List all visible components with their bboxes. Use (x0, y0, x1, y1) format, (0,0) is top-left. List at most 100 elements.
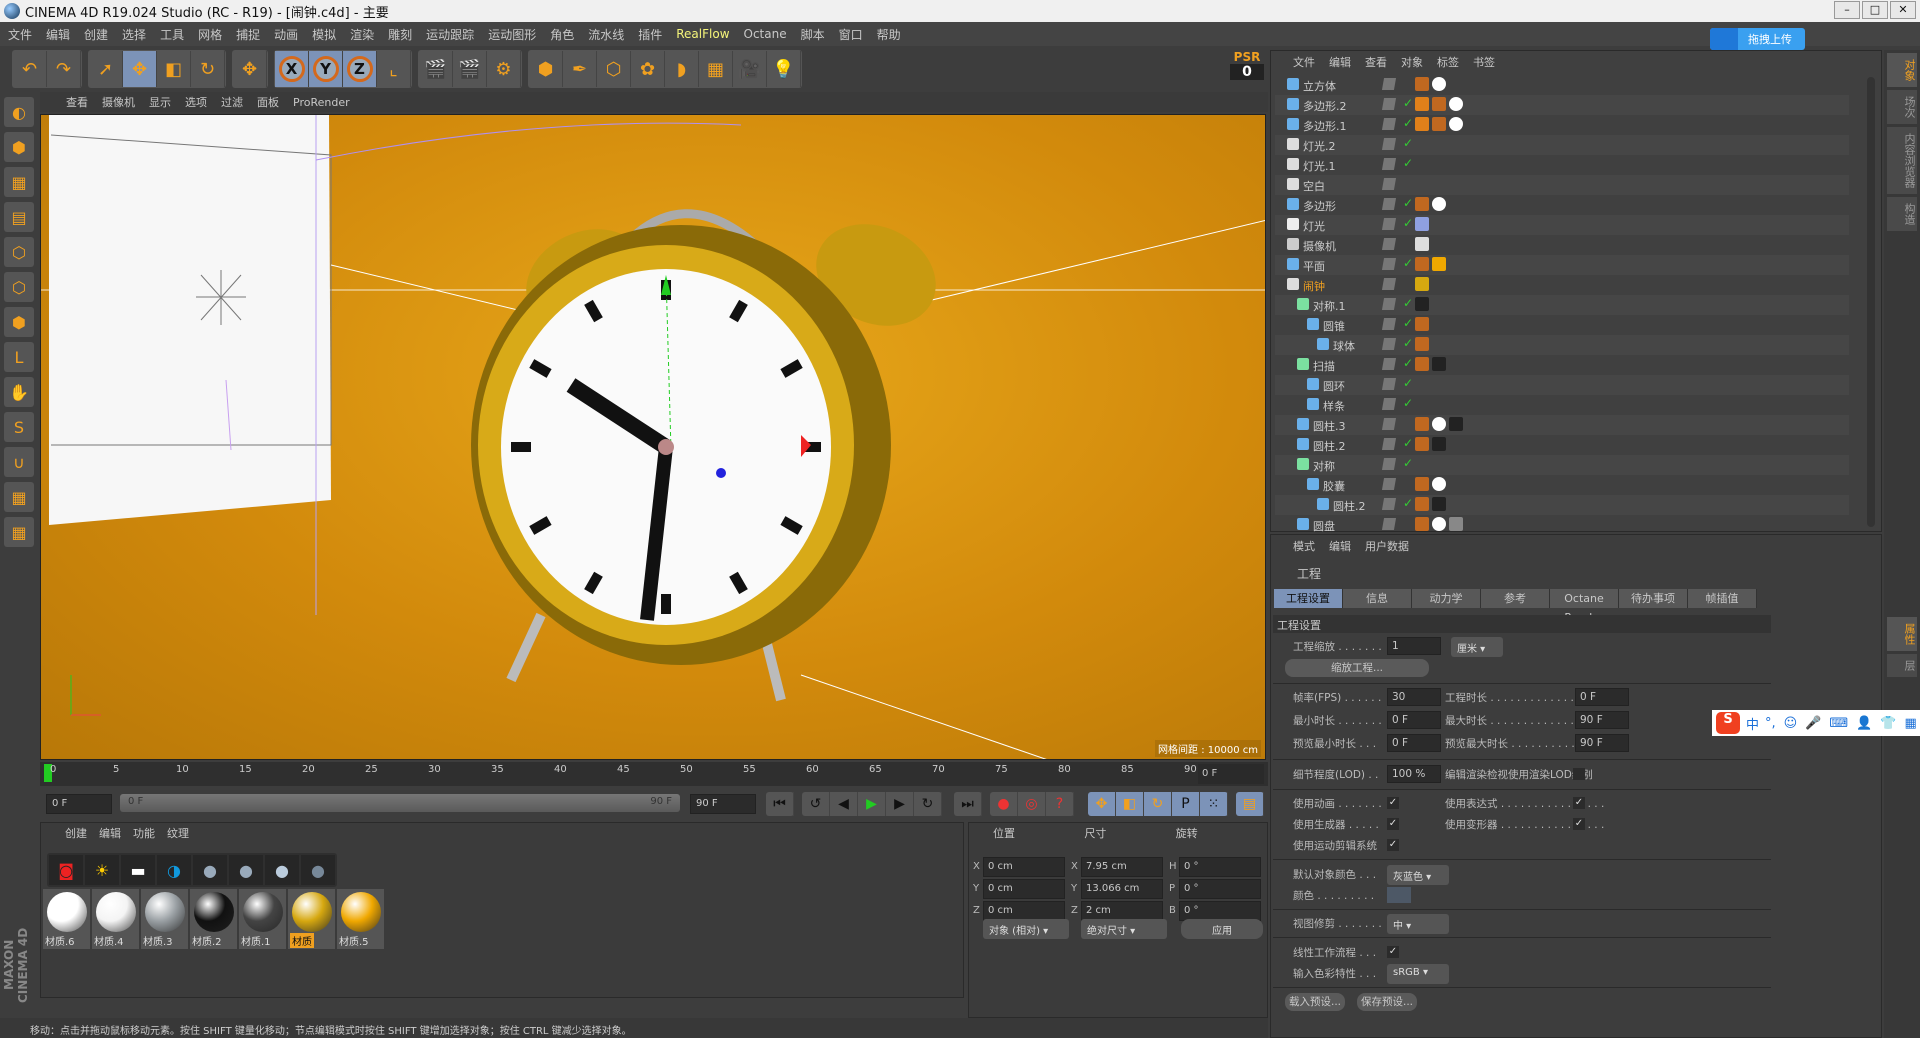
coord-mode-dropdown[interactable]: 对象 (相对) ▾ (983, 919, 1069, 939)
tab-1[interactable]: 信息 (1343, 589, 1412, 608)
material-swatch[interactable]: 材质.3 (141, 889, 188, 949)
x-axis-icon[interactable]: X (275, 51, 309, 87)
go-to-end-icon[interactable]: ⏭ (954, 792, 982, 816)
viewport-menu-5[interactable]: 面板 (257, 94, 279, 110)
tag-icon[interactable] (1415, 77, 1429, 91)
object-row[interactable]: 灯光.1 ✓ (1275, 155, 1849, 175)
move-icon[interactable]: ✥ (123, 51, 157, 87)
magnet-icon[interactable]: ∪ (4, 447, 34, 477)
area-light-icon[interactable]: ▬ (121, 855, 155, 885)
diffuse-material-icon[interactable]: ● (193, 855, 227, 885)
fps-field[interactable]: 30 (1387, 688, 1441, 706)
object-row[interactable]: 摄像机 (1275, 235, 1849, 255)
tab-5[interactable]: 待办事项 (1619, 589, 1688, 608)
octane-material-icon[interactable]: ◑ (157, 855, 191, 885)
menu-17[interactable]: Octane (744, 27, 787, 41)
cloner-icon[interactable]: ✿ (631, 51, 665, 87)
enabled-check-icon[interactable]: ✓ (1403, 256, 1413, 270)
upload-button[interactable]: 拖拽上传 (1710, 28, 1805, 50)
menu-20[interactable]: 帮助 (877, 26, 901, 43)
use-generators-checkbox[interactable]: ✓ (1387, 818, 1399, 830)
material-swatch[interactable]: 材质.4 (92, 889, 139, 949)
object-row[interactable]: 多边形.2 ✓ (1275, 95, 1849, 115)
enabled-check-icon[interactable]: ✓ (1403, 136, 1413, 150)
enabled-check-icon[interactable]: ✓ (1403, 116, 1413, 130)
ime-item-icon[interactable]: °, (1765, 716, 1776, 731)
object-menu-1[interactable]: 编辑 (1329, 54, 1351, 70)
material-menu-0[interactable]: 创建 (65, 825, 87, 841)
linear-workflow-checkbox[interactable]: ✓ (1387, 946, 1399, 958)
tag-icon[interactable] (1432, 437, 1446, 451)
side-tab-0[interactable]: 对象 (1887, 53, 1917, 87)
auto-key-icon[interactable]: ◎ (1018, 792, 1046, 816)
minimize-button[interactable]: – (1834, 1, 1860, 19)
enabled-check-icon[interactable]: ✓ (1403, 216, 1413, 230)
tag-icon[interactable] (1432, 197, 1446, 211)
polygons-mode-icon[interactable]: ⬢ (4, 307, 34, 337)
key-scale-icon[interactable]: ◧ (1116, 792, 1144, 816)
input-color-dropdown[interactable]: sRGB ▾ (1387, 964, 1449, 984)
material-swatch[interactable]: 材质.6 (43, 889, 90, 949)
go-to-start-icon[interactable]: ⏮ (766, 792, 794, 816)
tab-3[interactable]: 参考 (1481, 589, 1550, 608)
menu-10[interactable]: 雕刻 (388, 26, 412, 43)
tag-icon[interactable] (1449, 517, 1463, 531)
tag-icon[interactable] (1415, 437, 1429, 451)
workplane-icon[interactable]: ▤ (4, 202, 34, 232)
max-time-field[interactable]: 90 F (1575, 711, 1629, 729)
mix-material-icon[interactable]: ● (301, 855, 335, 885)
visibility-toggle[interactable] (1381, 478, 1397, 490)
enabled-check-icon[interactable]: ✓ (1403, 316, 1413, 330)
points-mode-icon[interactable]: ⬡ (4, 237, 34, 267)
object-row[interactable]: 圆柱.2 ✓ (1275, 435, 1849, 455)
make-editable-icon[interactable]: ◐ (4, 97, 34, 127)
texture-mode-icon[interactable]: ▦ (4, 167, 34, 197)
viewport-menu-0[interactable]: 查看 (66, 94, 88, 110)
view-clipping-dropdown[interactable]: 中 ▾ (1387, 914, 1449, 934)
object-row[interactable]: 胶囊 (1275, 475, 1849, 495)
tag-icon[interactable] (1415, 117, 1429, 131)
tag-icon[interactable] (1432, 257, 1446, 271)
object-row[interactable]: 空白 (1275, 175, 1849, 195)
object-row[interactable]: 闹钟 (1275, 275, 1849, 295)
tag-icon[interactable] (1415, 517, 1429, 531)
ime-item-icon[interactable]: ▦ (1905, 716, 1917, 731)
maximize-button[interactable]: □ (1862, 1, 1888, 19)
next-key-icon[interactable]: ↻ (914, 792, 942, 816)
menu-2[interactable]: 创建 (84, 26, 108, 43)
visibility-toggle[interactable] (1381, 238, 1397, 250)
position-z-field[interactable]: 0 cm (983, 901, 1065, 921)
position-y-field[interactable]: 0 cm (983, 879, 1065, 899)
object-row[interactable]: 平面 ✓ (1275, 255, 1849, 275)
visibility-toggle[interactable] (1381, 198, 1397, 210)
size-mode-dropdown[interactable]: 绝对尺寸 ▾ (1081, 919, 1167, 939)
key-position-icon[interactable]: ✥ (1088, 792, 1116, 816)
enabled-check-icon[interactable]: ✓ (1403, 456, 1413, 470)
rotation-h-field[interactable]: 0 ° (1179, 857, 1261, 877)
visibility-toggle[interactable] (1381, 298, 1397, 310)
menu-6[interactable]: 捕捉 (236, 26, 260, 43)
tag-icon[interactable] (1415, 297, 1429, 311)
project-scale-field[interactable]: 1 (1387, 637, 1441, 655)
use-animation-checkbox[interactable]: ✓ (1387, 797, 1399, 809)
default-color-dropdown[interactable]: 灰蓝色 ▾ (1387, 865, 1449, 885)
object-row[interactable]: 样条 ✓ (1275, 395, 1849, 415)
color-swatch[interactable] (1387, 887, 1411, 903)
object-menu-2[interactable]: 查看 (1365, 54, 1387, 70)
object-menu-3[interactable]: 对象 (1401, 54, 1423, 70)
object-row[interactable]: 对称 ✓ (1275, 455, 1849, 475)
object-menu-5[interactable]: 书签 (1473, 54, 1495, 70)
menu-0[interactable]: 文件 (8, 26, 32, 43)
tag-icon[interactable] (1449, 417, 1463, 431)
lod-field[interactable]: 100 % (1387, 765, 1441, 783)
transform-icon[interactable]: ✥ (233, 51, 267, 87)
menu-8[interactable]: 模拟 (312, 26, 336, 43)
menu-18[interactable]: 脚本 (801, 26, 825, 43)
tag-icon[interactable] (1415, 417, 1429, 431)
object-row[interactable]: 圆锥 ✓ (1275, 315, 1849, 335)
object-row[interactable]: 灯光 ✓ (1275, 215, 1849, 235)
object-row[interactable]: 多边形 ✓ (1275, 195, 1849, 215)
enabled-check-icon[interactable]: ✓ (1403, 96, 1413, 110)
floor-icon[interactable]: ▦ (699, 51, 733, 87)
visibility-toggle[interactable] (1381, 518, 1397, 530)
